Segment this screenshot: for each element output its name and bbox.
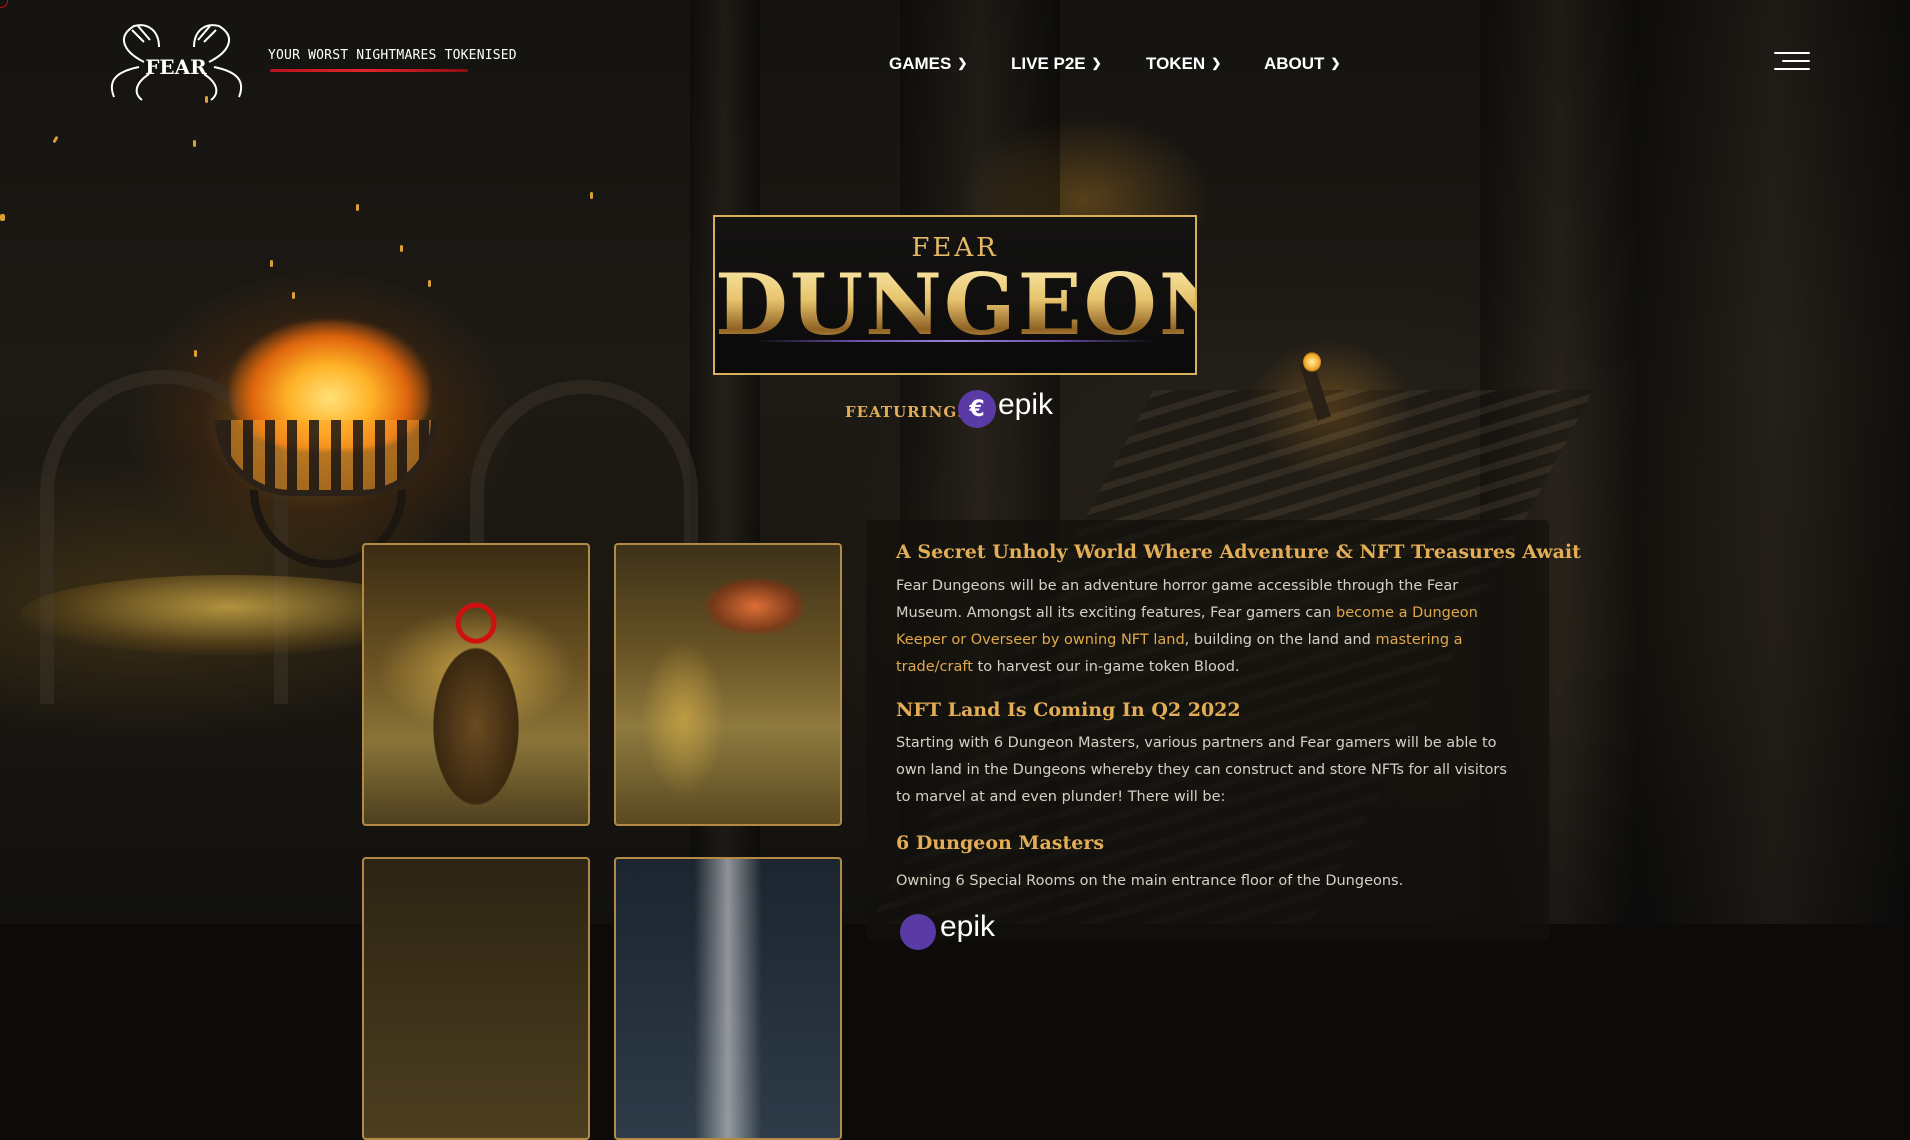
- ember-spark: [270, 260, 273, 267]
- badge-divider: [755, 340, 1155, 342]
- nav-games[interactable]: GAMES ❯: [889, 54, 967, 74]
- ember-spark: [400, 245, 403, 252]
- fear-logo[interactable]: FEAR: [104, 22, 249, 102]
- intro-text: to harvest our in-game token Blood.: [972, 659, 1240, 675]
- gallery-thumb-dungeon-hall[interactable]: [362, 543, 590, 826]
- epik-logo-icon: €: [958, 390, 996, 428]
- epik-partner-name[interactable]: epik: [998, 388, 1053, 422]
- intro-text: , building on the land and: [1184, 632, 1376, 648]
- nav-token-label: TOKEN: [1146, 54, 1206, 73]
- nav-games-label: GAMES: [889, 54, 952, 73]
- ember-spark: [292, 292, 295, 299]
- ember-spark: [356, 204, 359, 211]
- hamburger-menu-icon[interactable]: [1774, 52, 1810, 74]
- nav-about-label: ABOUT: [1264, 54, 1325, 73]
- gallery-thumb-treasure-chest[interactable]: [614, 543, 842, 826]
- ember-spark: [52, 135, 59, 144]
- tagline-underline: [270, 69, 468, 72]
- chevron-down-icon: ❯: [1330, 56, 1341, 70]
- ember-spark: [193, 140, 196, 147]
- epik-partner-name: epik: [940, 910, 996, 943]
- section-heading-dungeon-masters: 6 Dungeon Masters: [896, 832, 1105, 854]
- epik-logo-icon: [900, 914, 936, 950]
- ember-spark: [0, 214, 5, 221]
- nav-token[interactable]: TOKEN ❯: [1146, 54, 1221, 74]
- section-paragraph-dungeon-masters: Owning 6 Special Rooms on the main entra…: [896, 873, 1404, 889]
- section-heading-nft-land: NFT Land Is Coming In Q2 2022: [896, 699, 1241, 721]
- torch-flame: [1303, 352, 1321, 372]
- featuring-label: FEATURING:: [845, 403, 964, 421]
- gallery-thumb-corridor[interactable]: [362, 857, 590, 1140]
- tagline: YOUR WORST NIGHTMARES TOKENISED: [268, 48, 517, 63]
- svg-text:FEAR: FEAR: [145, 55, 207, 79]
- nav-about[interactable]: ABOUT ❯: [1264, 54, 1341, 74]
- section-paragraph-nft-land: Starting with 6 Dungeon Masters, various…: [896, 735, 1507, 805]
- nav-live-p2e-label: LIVE P2E: [1011, 54, 1086, 73]
- chevron-down-icon: ❯: [957, 56, 968, 70]
- section-heading-secret-world: A Secret Unholy World Where Adventure & …: [896, 541, 1581, 563]
- fear-dungeons-badge: FEAR DUNGEONS: [713, 215, 1298, 375]
- gallery-thumb-light-beam[interactable]: [614, 857, 842, 1140]
- ember-spark: [194, 350, 197, 357]
- nav-live-p2e[interactable]: LIVE P2E ❯: [1011, 54, 1102, 74]
- ember-spark: [590, 192, 593, 199]
- stone-wall: [1640, 0, 1910, 924]
- corner-marker: [0, 0, 8, 8]
- chevron-down-icon: ❯: [1091, 56, 1102, 70]
- section-paragraph-intro: Fear Dungeons will be an adventure horro…: [896, 573, 1521, 681]
- chevron-down-icon: ❯: [1211, 56, 1222, 70]
- ember-spark: [428, 280, 431, 287]
